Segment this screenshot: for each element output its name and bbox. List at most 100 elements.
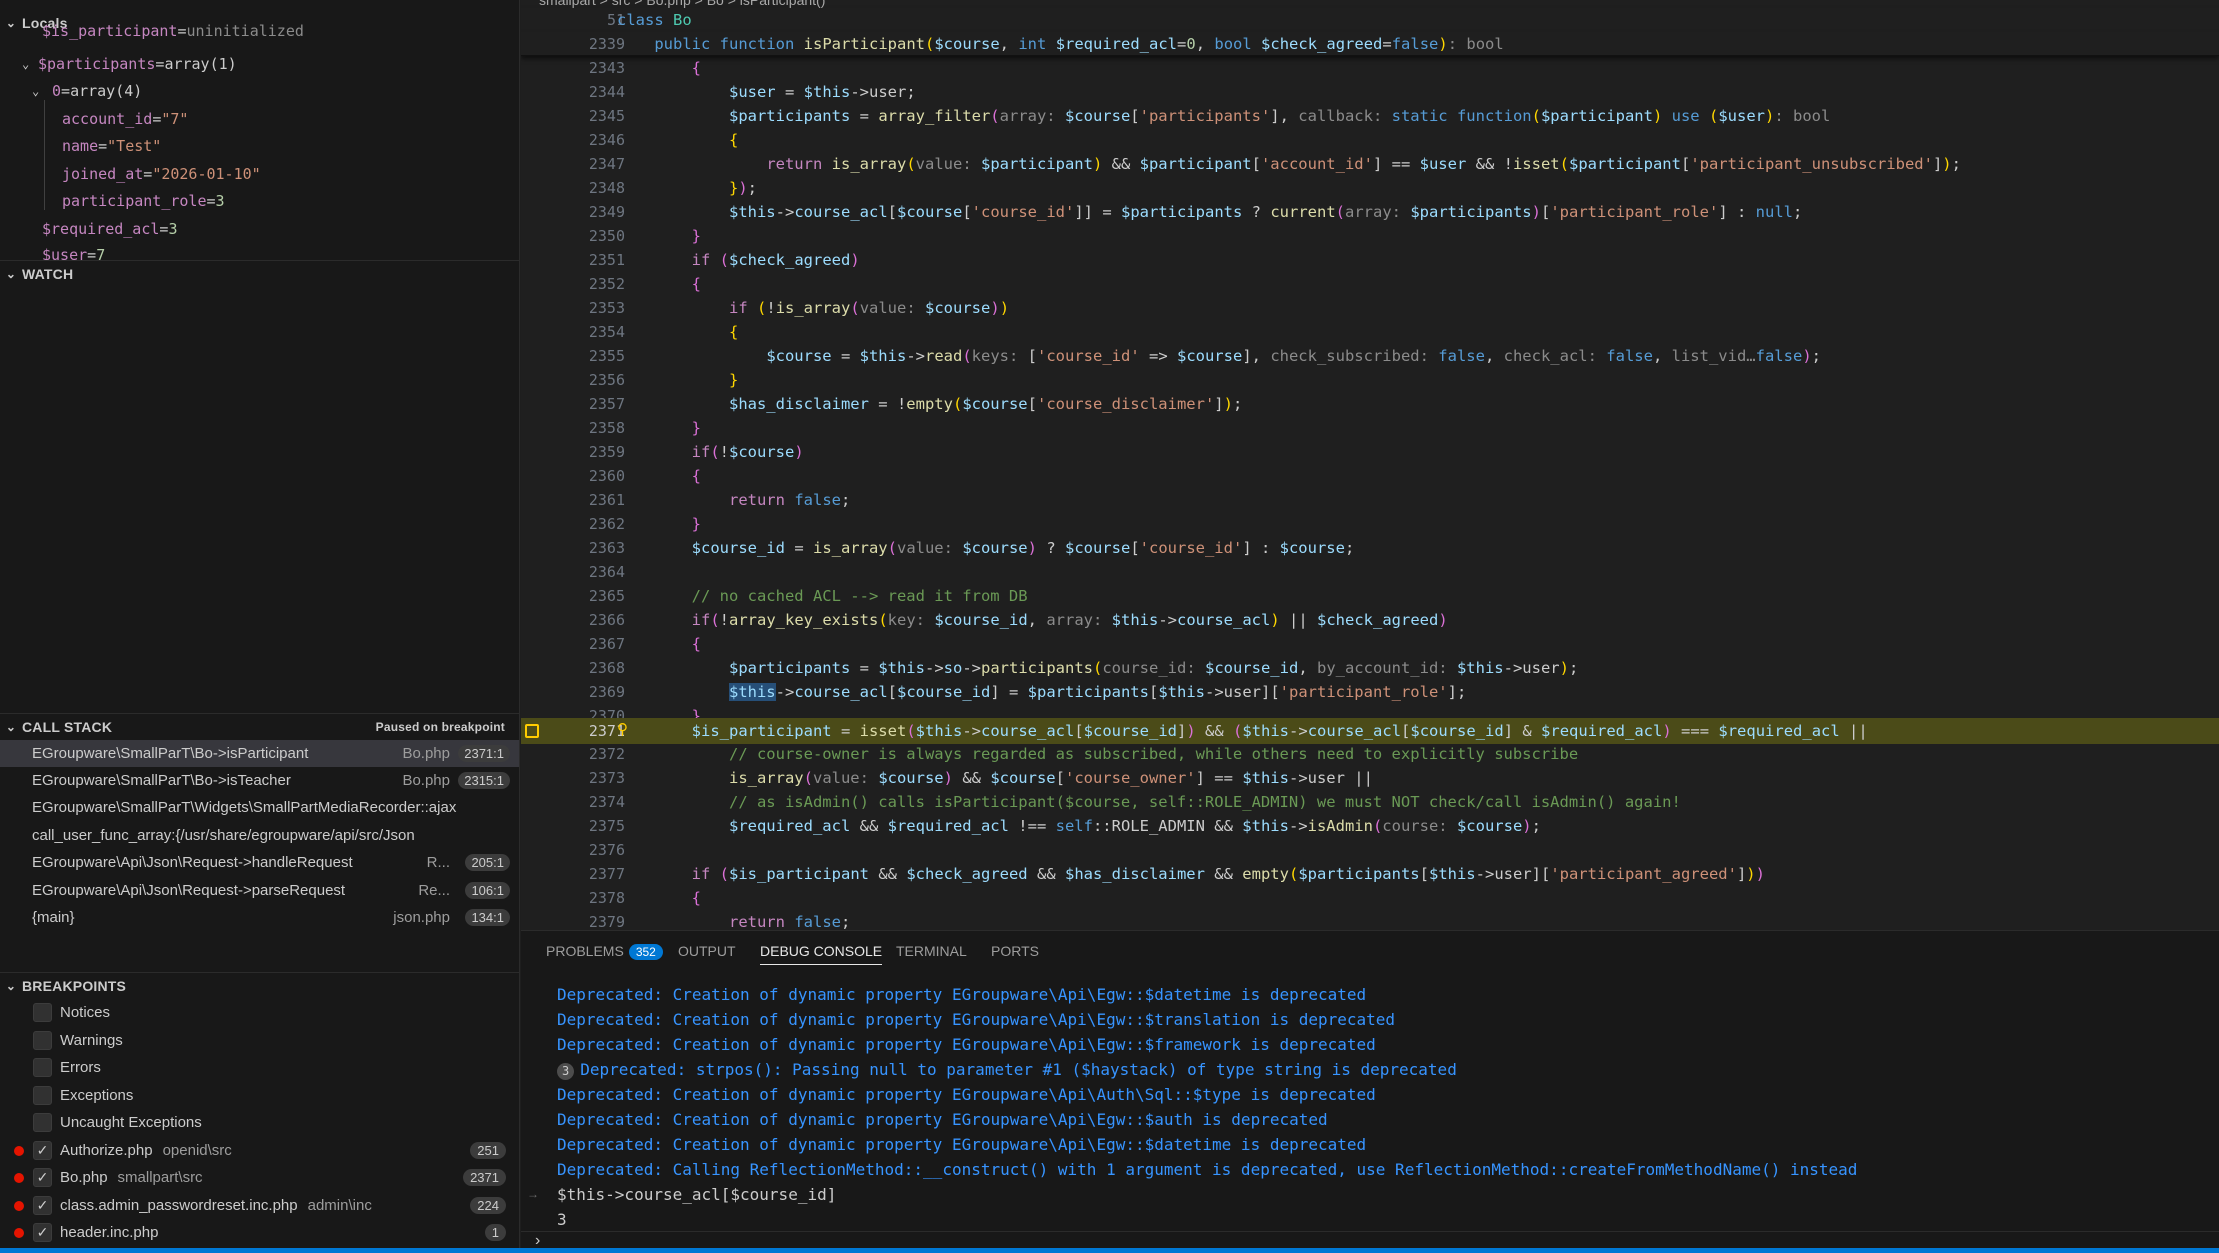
status-bar[interactable] xyxy=(0,1248,2219,1253)
breakpoint-dot-icon xyxy=(14,1145,24,1156)
code-line[interactable]: 2369 $this->course_acl[$course_id] = $pa… xyxy=(521,680,2219,704)
code-line[interactable]: 2347 return is_array(value: $participant… xyxy=(521,152,2219,176)
divider xyxy=(521,1231,2219,1232)
code-line[interactable]: 2354 { xyxy=(521,320,2219,344)
call-stack-section-header[interactable]: ⌄ CALL STACK Paused on breakpoint xyxy=(0,713,519,739)
code-line[interactable]: 2351 if ($check_agreed) xyxy=(521,248,2219,272)
checkbox-checked[interactable]: ✓ xyxy=(33,1168,52,1187)
variable-row[interactable]: name = "Test" xyxy=(0,132,519,159)
console-line: Deprecated: Creation of dynamic property… xyxy=(557,1035,1376,1054)
checkbox[interactable] xyxy=(33,1058,52,1077)
breakpoint-option[interactable]: Notices xyxy=(0,999,519,1026)
stack-frame[interactable]: EGroupware\Api\Json\Request->handleReque… xyxy=(0,849,519,876)
breakpoint-file[interactable]: ✓ Authorize.php openid\src 251 xyxy=(0,1137,519,1164)
code-line[interactable]: 2376 xyxy=(521,838,2219,862)
code-line[interactable]: 2344 $user = $this->user; xyxy=(521,80,2219,104)
code-line[interactable]: 2365 // no cached ACL --> read it from D… xyxy=(521,584,2219,608)
variable-row[interactable]: joined_at = "2026-01-10" xyxy=(0,160,519,187)
breakpoint-file[interactable]: ✓ Bo.php smallpart\src 2371 xyxy=(0,1164,519,1191)
vscode-window: ⌄ Locals $is_participant = uninitialized… xyxy=(0,0,2219,1253)
code-line[interactable]: 2366 if(!array_key_exists(key: $course_i… xyxy=(521,608,2219,632)
paused-status: Paused on breakpoint xyxy=(375,719,505,734)
tab-output[interactable]: OUTPUT xyxy=(678,943,736,965)
code-line[interactable]: 2353 if (!is_array(value: $course)) xyxy=(521,296,2219,320)
code-line[interactable]: 2349 $this->course_acl[$course['course_i… xyxy=(521,200,2219,224)
console-line: Deprecated: Creation of dynamic property… xyxy=(557,1135,1367,1154)
current-execution-line[interactable]: 2371 ⚲ $is_participant = isset($this->co… xyxy=(521,718,2219,744)
repeat-count-badge: 3 xyxy=(557,1063,575,1080)
breakpoint-file[interactable]: ✓ class.admin_passwordreset.inc.php admin… xyxy=(0,1192,519,1219)
stack-frame[interactable]: call_user_func_array:{/usr/share/egroupw… xyxy=(0,822,519,849)
stack-frame[interactable]: EGroupware\SmallParT\Widgets\SmallPartMe… xyxy=(0,794,519,821)
tab-debug-console[interactable]: DEBUG CONSOLE xyxy=(760,943,883,965)
chevron-down-icon: ⌄ xyxy=(5,978,17,993)
code-line[interactable]: 2359 if(!$course) xyxy=(521,440,2219,464)
variable-row[interactable]: account_id = "7" xyxy=(0,105,519,132)
stack-frame[interactable]: EGroupware\SmallParT\Bo->isParticipant B… xyxy=(0,740,519,767)
code-line[interactable]: 2357 $has_disclaimer = !empty($course['c… xyxy=(521,392,2219,416)
code-line[interactable]: 2345 $participants = array_filter(array:… xyxy=(521,104,2219,128)
breadcrumb[interactable]: smallpart > src > Bo.php > Bo > isPartic… xyxy=(539,0,825,8)
chevron-right-icon: › xyxy=(535,1232,541,1248)
code-line[interactable]: 2358 } xyxy=(521,416,2219,440)
stack-frame[interactable]: EGroupware\SmallParT\Bo->isTeacher Bo.ph… xyxy=(0,767,519,794)
variable-row[interactable]: ⌄ $participants = array(1) xyxy=(0,50,519,77)
checkbox[interactable] xyxy=(33,1031,52,1050)
sticky-scroll-line[interactable]: 2339 public function isParticipant($cour… xyxy=(521,32,2219,56)
chevron-down-icon: ⌄ xyxy=(22,56,30,71)
checkbox[interactable] xyxy=(33,1086,52,1105)
code-line[interactable]: 2377 if ($is_participant && $check_agree… xyxy=(521,862,2219,886)
code-line[interactable]: 2375 $required_acl && $required_acl !== … xyxy=(521,814,2219,838)
variable-row[interactable]: ⌄ 0 = array(4) xyxy=(0,77,519,104)
code-line[interactable]: 2368 $participants = $this->so->particip… xyxy=(521,656,2219,680)
stack-frame[interactable]: {main} json.php 134:1 xyxy=(0,904,519,931)
tab-ports[interactable]: PORTS xyxy=(991,943,1039,965)
code-line[interactable]: 2360 { xyxy=(521,464,2219,488)
code-line[interactable]: 2361 return false; xyxy=(521,488,2219,512)
code-line[interactable]: 2343 { xyxy=(521,56,2219,80)
variable-row[interactable]: $is_participant = uninitialized xyxy=(0,24,519,40)
checkbox[interactable] xyxy=(33,1003,52,1022)
code-editor[interactable]: smallpart > src > Bo.php > Bo > isPartic… xyxy=(521,0,2219,930)
code-line[interactable]: 2348 }); xyxy=(521,176,2219,200)
bottom-panel: PROBLEMS 352 OUTPUT DEBUG CONSOLE TERMINA… xyxy=(521,930,2219,1248)
console-eval-result: 3 xyxy=(557,1210,567,1229)
checkbox-checked[interactable]: ✓ xyxy=(33,1196,52,1215)
code-line[interactable]: 2374 // as isAdmin() calls isParticipant… xyxy=(521,790,2219,814)
console-line: Deprecated: Calling ReflectionMethod::__… xyxy=(557,1160,1858,1179)
debug-console-input[interactable] xyxy=(557,1233,2197,1248)
breakpoints-section-header[interactable]: ⌄ BREAKPOINTS xyxy=(0,972,519,998)
checkbox[interactable] xyxy=(33,1113,52,1132)
tab-terminal[interactable]: TERMINAL xyxy=(896,943,967,965)
breakpoint-option[interactable]: Uncaught Exceptions xyxy=(0,1109,519,1136)
code-line[interactable]: 2355 $course = $this->read(keys: ['cours… xyxy=(521,344,2219,368)
breakpoint-file[interactable]: ✓ header.inc.php 1 xyxy=(0,1219,519,1246)
code-line[interactable]: 2378 { xyxy=(521,886,2219,910)
code-line[interactable]: 2367 { xyxy=(521,632,2219,656)
tab-problems[interactable]: PROBLEMS 352 xyxy=(546,943,663,965)
watch-section-header[interactable]: ⌄ WATCH xyxy=(0,260,519,286)
code-line[interactable]: 2350 } xyxy=(521,224,2219,248)
stack-frame[interactable]: EGroupware\Api\Json\Request->parseReques… xyxy=(0,877,519,904)
variable-row[interactable]: $user = 7 xyxy=(0,246,519,260)
variable-row[interactable]: participant_role = 3 xyxy=(0,187,519,214)
breakpoint-option[interactable]: Errors xyxy=(0,1054,519,1081)
breakpoint-option[interactable]: Exceptions xyxy=(0,1082,519,1109)
code-line[interactable]: 2346 { xyxy=(521,128,2219,152)
problems-count-badge: 352 xyxy=(628,944,663,960)
code-line[interactable]: 2352 { xyxy=(521,272,2219,296)
breakpoint-option[interactable]: Warnings xyxy=(0,1027,519,1054)
code-line[interactable]: 2363 $course_id = is_array(value: $cours… xyxy=(521,536,2219,560)
checkbox-checked[interactable]: ✓ xyxy=(33,1141,52,1160)
code-line[interactable]: 2362 } xyxy=(521,512,2219,536)
debug-sidebar: ⌄ Locals $is_participant = uninitialized… xyxy=(0,0,520,1248)
code-line[interactable]: 2373 is_array(value: $course) && $course… xyxy=(521,766,2219,790)
variable-row[interactable]: $required_acl = 3 xyxy=(0,215,519,242)
sticky-scroll-line[interactable]: 51 class Bo xyxy=(521,8,2219,32)
console-line: Deprecated: Creation of dynamic property… xyxy=(557,1110,1328,1129)
code-line[interactable]: 2356 } xyxy=(521,368,2219,392)
checkbox-checked[interactable]: ✓ xyxy=(33,1223,52,1242)
code-line[interactable]: 2364 xyxy=(521,560,2219,584)
code-line[interactable]: 2379 return false; xyxy=(521,910,2219,930)
code-line[interactable]: 2372 // course-owner is always regarded … xyxy=(521,742,2219,766)
